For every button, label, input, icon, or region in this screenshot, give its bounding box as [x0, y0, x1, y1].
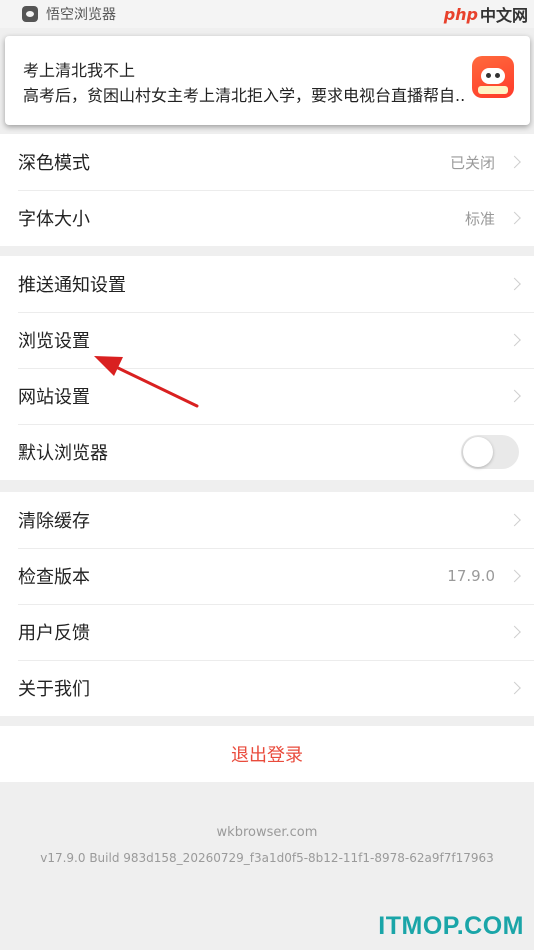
notification-body: 高考后，贫困山村女主考上清北拒入学，要求电视台直播帮自..	[23, 86, 466, 105]
settings-screen: 悟空浏览器 php 中文网 考上清北我不上 高考后，贫困山村女主考上清北拒入学，…	[0, 0, 534, 950]
push-notification-settings-row[interactable]: 推送通知设置	[0, 256, 534, 312]
php-watermark: php 中文网	[444, 2, 528, 26]
browsing-settings-label: 浏览设置	[18, 331, 90, 352]
about-us-label: 关于我们	[18, 679, 90, 700]
chevron-right-icon	[508, 277, 521, 291]
chevron-right-icon	[508, 681, 521, 695]
footer-host: wkbrowser.com	[216, 825, 318, 840]
chevron-right-icon	[508, 389, 521, 403]
default-browser-row: 默认浏览器	[0, 424, 534, 480]
font-size-row[interactable]: 字体大小 标准	[0, 190, 534, 246]
dark-mode-value: 已关闭	[449, 153, 495, 172]
default-browser-toggle[interactable]	[461, 435, 519, 469]
dark-mode-row[interactable]: 深色模式 已关闭	[0, 134, 534, 190]
website-settings-row[interactable]: 网站设置	[0, 368, 534, 424]
watermark-php-text: php	[443, 4, 478, 24]
push-notification-settings-label: 推送通知设置	[18, 275, 126, 296]
website-settings-label: 网站设置	[18, 387, 90, 408]
logout-button[interactable]: 退出登录	[0, 726, 534, 782]
chevron-right-icon	[508, 513, 521, 527]
status-app-name: 悟空浏览器	[46, 7, 116, 23]
dark-mode-label: 深色模式	[18, 153, 90, 174]
font-size-value: 标准	[464, 209, 495, 228]
chevron-right-icon	[508, 155, 521, 169]
check-version-row[interactable]: 检查版本 17.9.0	[0, 548, 534, 604]
font-size-label: 字体大小	[18, 209, 90, 230]
feedback-row[interactable]: 用户反馈	[0, 604, 534, 660]
chevron-right-icon	[508, 333, 521, 347]
misc-settings-group: 清除缓存 检查版本 17.9.0 用户反馈 关于我们	[0, 492, 534, 716]
chevron-right-icon	[508, 625, 521, 639]
check-version-label: 检查版本	[18, 567, 90, 588]
app-promo-icon	[472, 56, 514, 98]
watermark-cn-text: 中文网	[479, 6, 528, 25]
default-browser-label: 默认浏览器	[18, 443, 108, 464]
browsing-settings-row[interactable]: 浏览设置	[0, 312, 534, 368]
chevron-right-icon	[508, 569, 521, 583]
notification-title: 考上清北我不上	[23, 61, 136, 80]
clear-cache-label: 清除缓存	[18, 511, 90, 532]
clear-cache-row[interactable]: 清除缓存	[0, 492, 534, 548]
app-icon	[22, 6, 38, 22]
version-value: 17.9.0	[447, 567, 495, 585]
browser-settings-group: 推送通知设置 浏览设置 网站设置 默认浏览器	[0, 256, 534, 480]
push-notification[interactable]: 考上清北我不上 高考后，贫困山村女主考上清北拒入学，要求电视台直播帮自..	[5, 36, 530, 125]
chevron-right-icon	[508, 211, 521, 225]
feedback-label: 用户反馈	[18, 623, 90, 644]
status-bar: 悟空浏览器 php 中文网	[0, 0, 534, 28]
about-us-row[interactable]: 关于我们	[0, 660, 534, 716]
itmop-watermark: ITMOP.COM	[378, 912, 524, 940]
display-settings-group: 深色模式 已关闭 字体大小 标准	[0, 134, 534, 246]
footer-build-info: v17.9.0 Build 983d158_20260729_f3a1d0f5-…	[40, 851, 494, 865]
toggle-knob	[463, 437, 493, 467]
